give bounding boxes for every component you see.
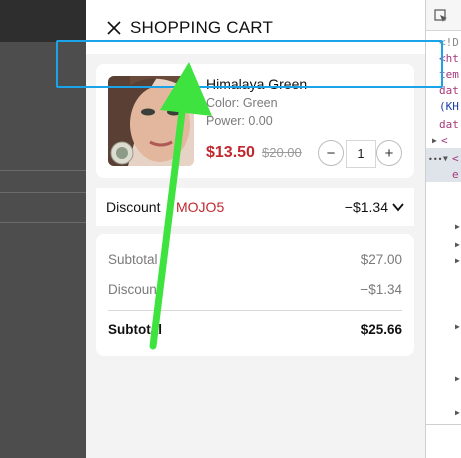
chevron-down-icon[interactable] <box>392 202 404 212</box>
product-image[interactable] <box>108 76 194 166</box>
dom-node[interactable]: e <box>452 168 459 181</box>
dom-node[interactable]: < <box>452 152 459 165</box>
inspect-element-icon[interactable] <box>434 9 448 23</box>
cart-item: Himalaya Green Color: Green Power: 0.00 … <box>96 64 414 178</box>
discount-amount: −$1.34 <box>344 199 388 215</box>
expand-arrow-icon[interactable]: ▶ <box>432 136 437 145</box>
expand-arrow-icon[interactable]: ▶ <box>455 322 460 331</box>
discount-summary-value: −$1.34 <box>360 282 402 297</box>
discount-summary-label: Discount <box>108 282 161 297</box>
collapse-arrow-icon[interactable]: ▼ <box>443 154 448 163</box>
dom-node[interactable]: < <box>441 134 448 147</box>
cart-drawer: SHOPPING CART Himalaya Green Color: Gree… <box>86 0 425 458</box>
dom-node[interactable]: <ht <box>439 52 459 65</box>
divider <box>0 170 86 171</box>
total-value: $25.66 <box>360 322 402 337</box>
divider <box>108 310 402 311</box>
quantity-stepper: − 1 + <box>318 140 402 168</box>
product-color: Color: Green <box>206 96 278 110</box>
dom-node[interactable]: dat <box>439 118 459 131</box>
site-header <box>0 0 86 42</box>
devtools-panel: <!D <ht tem dat (KH dat ▶ < ••• ▼ < e ▶ … <box>425 0 461 458</box>
order-summary: Subtotal $27.00 Discount −$1.34 Subtotal… <box>96 234 414 356</box>
sale-price: $13.50 <box>206 144 255 161</box>
divider <box>426 424 461 425</box>
dom-node[interactable]: <!D <box>439 36 459 49</box>
expand-arrow-icon[interactable]: ▶ <box>455 374 460 383</box>
devtools-toolbar <box>426 0 461 31</box>
increase-quantity-button[interactable]: + <box>376 140 402 166</box>
decrease-quantity-button[interactable]: − <box>318 140 344 166</box>
divider <box>0 192 86 193</box>
discount-row[interactable]: Discount MOJO5 −$1.34 <box>96 188 414 226</box>
subtotal-value: $27.00 <box>360 252 402 267</box>
more-dots-icon[interactable]: ••• <box>428 155 442 164</box>
drawer-title: SHOPPING CART <box>130 18 274 37</box>
original-price: $20.00 <box>262 145 302 160</box>
expand-arrow-icon[interactable]: ▶ <box>455 240 460 249</box>
expand-arrow-icon[interactable]: ▶ <box>455 222 460 231</box>
dom-node[interactable]: (KH <box>439 100 459 113</box>
discount-label: Discount <box>106 199 161 215</box>
close-icon[interactable] <box>106 20 122 36</box>
divider <box>0 222 86 223</box>
discount-code: MOJO5 <box>176 199 225 215</box>
drawer-header: SHOPPING CART <box>86 0 425 54</box>
expand-arrow-icon[interactable]: ▶ <box>455 256 460 265</box>
dom-node[interactable]: tem <box>439 68 459 81</box>
product-power: Power: 0.00 <box>206 114 273 128</box>
quantity-value[interactable]: 1 <box>346 140 376 168</box>
total-label: Subtotal <box>108 322 162 337</box>
subtotal-label: Subtotal <box>108 252 158 267</box>
expand-arrow-icon[interactable]: ▶ <box>455 408 460 417</box>
product-name[interactable]: Himalaya Green <box>206 76 307 92</box>
page-backdrop[interactable] <box>0 0 86 458</box>
dom-node[interactable]: dat <box>439 84 459 97</box>
